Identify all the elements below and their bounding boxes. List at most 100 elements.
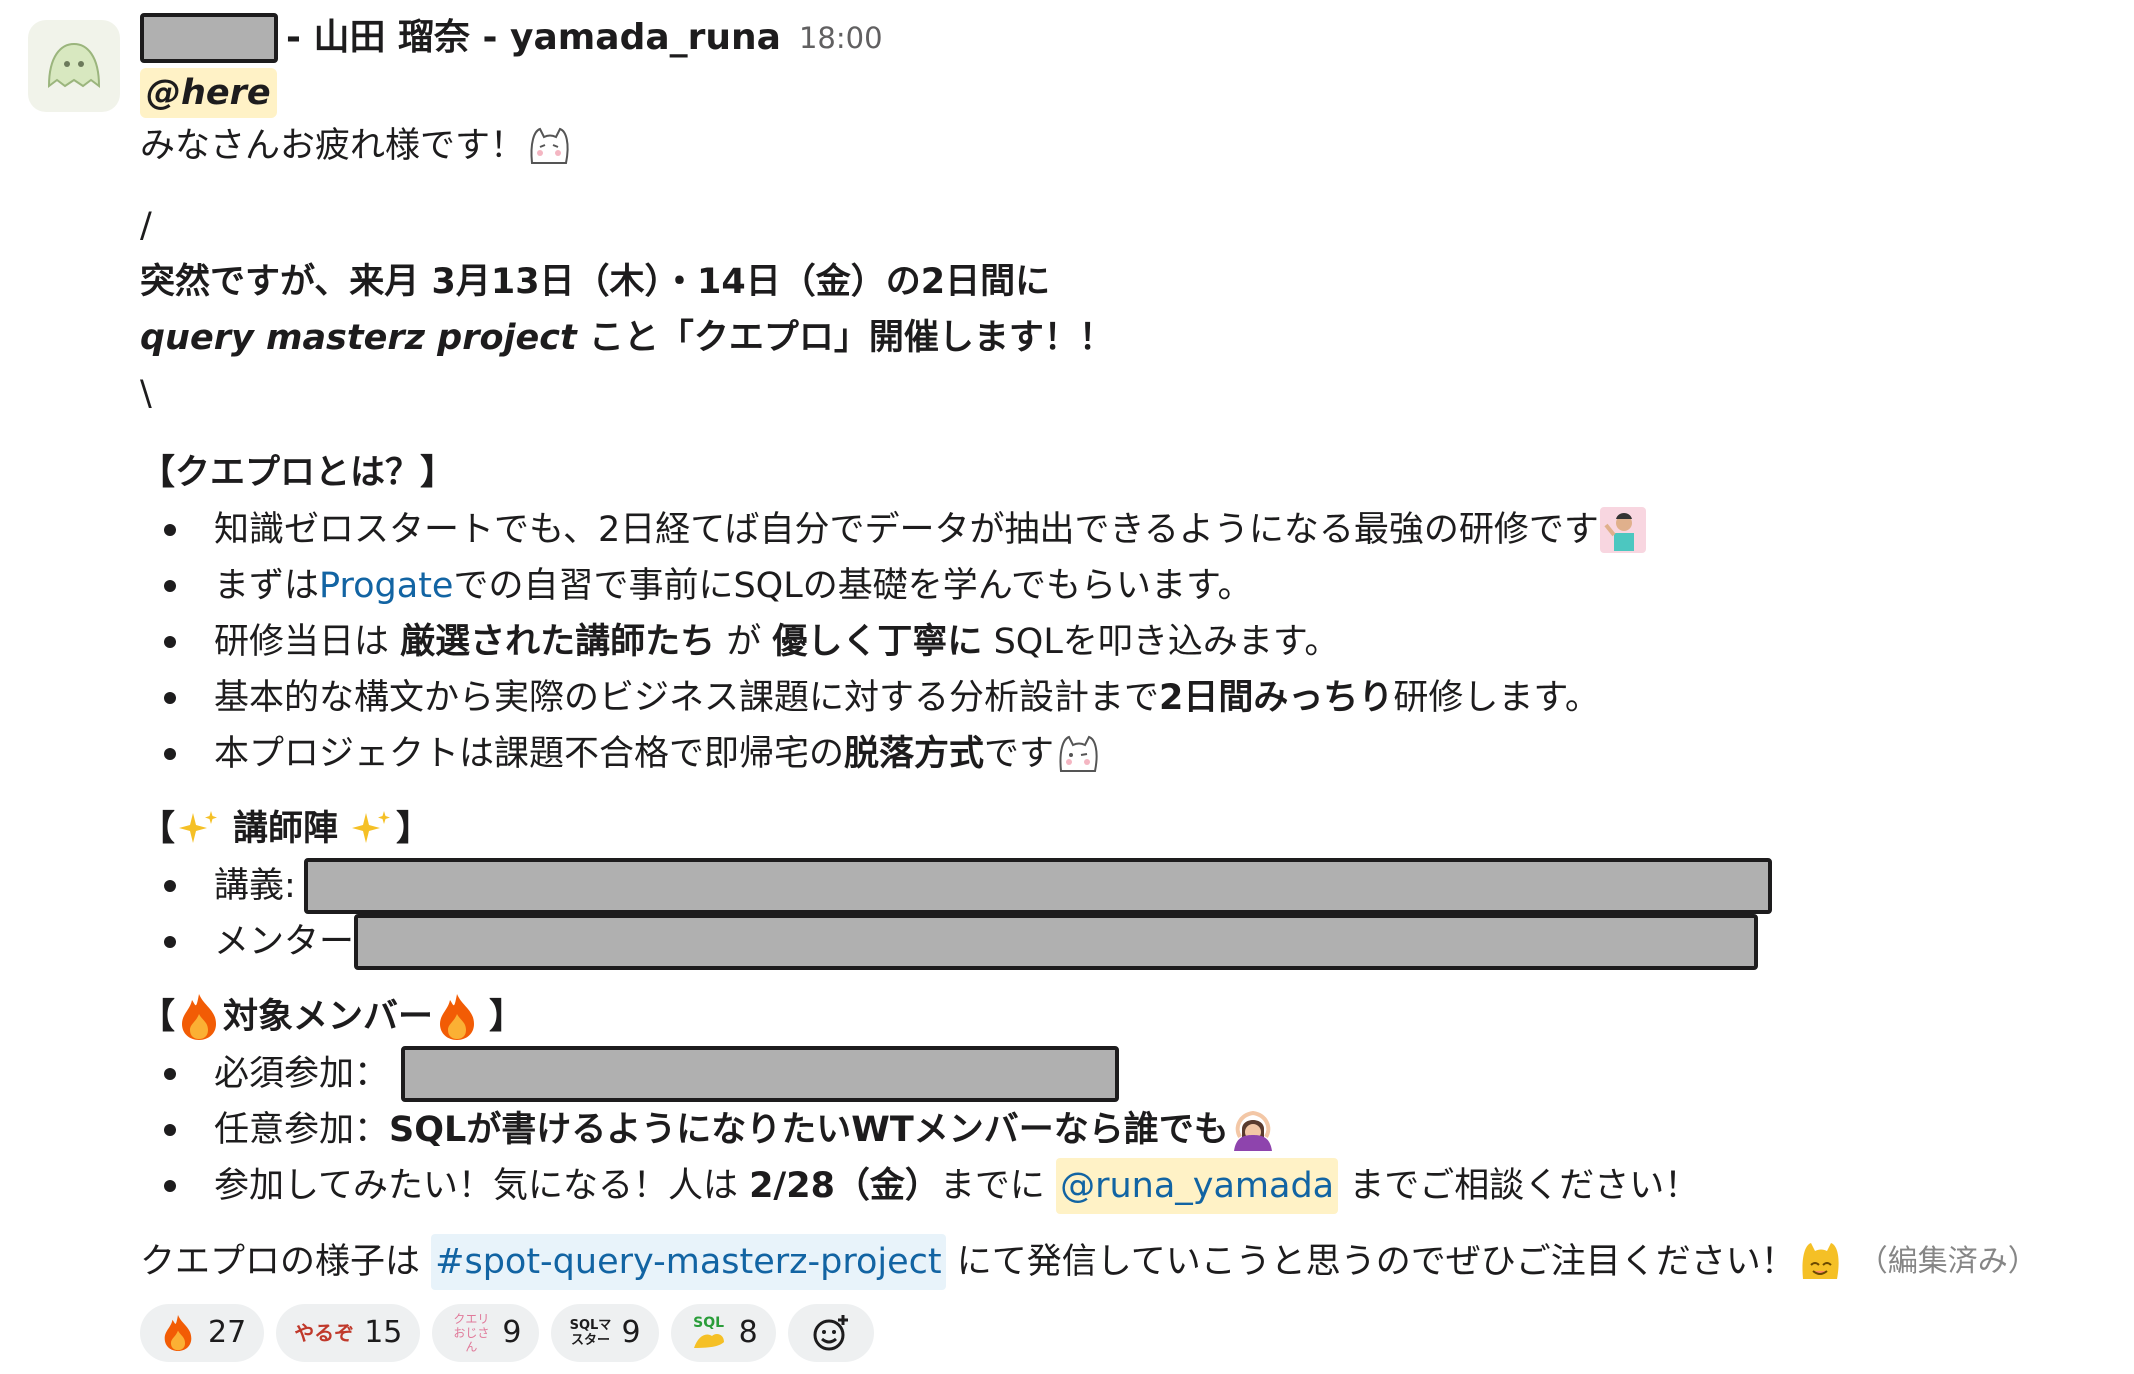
bracket-close: 】 — [396, 809, 432, 849]
sparkles-icon — [175, 805, 223, 853]
optional-label: 任意参加： — [214, 1110, 390, 1150]
reaction-fire[interactable]: 27 — [140, 1304, 265, 1362]
edited-label: （編集済み） — [1857, 1244, 2038, 1279]
bullet-dot — [164, 636, 176, 648]
bracket-open: 【 — [140, 997, 176, 1037]
about-item-1: 知識ゼロスタートでも、2日経てば自分でデータが抽出できるようになる最強の研修です — [214, 510, 1599, 550]
sql-muscle-icon: SQL — [689, 1313, 729, 1353]
section-about: 【クエプロとは？】 — [140, 453, 456, 493]
required-label: 必須参加： — [214, 1054, 390, 1094]
about-item-5b: 脱落方式 — [844, 734, 985, 774]
ghost-icon — [47, 42, 101, 89]
about-item-4b: 2日間みっちり — [1159, 678, 1394, 718]
channel-link[interactable]: #spot-query-masterz-project — [431, 1234, 946, 1290]
bullet-dot — [164, 524, 176, 536]
project-line: query masterz project こと「クエプロ」開催します！！ — [140, 310, 2120, 366]
greeting-line: みなさんお疲れ様です！ — [140, 118, 2120, 174]
list-item: 任意参加： SQLが書けるようになりたいWTメンバーなら誰でも — [140, 1102, 2120, 1158]
bullet-dot — [164, 1180, 176, 1192]
bullet-dot — [164, 748, 176, 760]
reaction-count: 8 — [738, 1315, 758, 1350]
contact-text-a: 参加してみたい！気になる！人は — [214, 1166, 750, 1206]
about-item-3d: 優しく丁寧に — [772, 622, 983, 662]
contact-text-d: までご相談ください！ — [1338, 1166, 1700, 1206]
reaction-count: 9 — [502, 1315, 522, 1350]
progate-link[interactable]: Progate — [319, 558, 453, 614]
lecture-label: 講義: — [214, 866, 296, 906]
list-item: 参加してみたい！気になる！人は 2/28（金） までに @runa_yamada… — [140, 1158, 2120, 1214]
redacted-mentors — [354, 914, 1759, 970]
message-body: - 山田 瑠奈 - yamada_runa 18:00 @here みなさんお疲… — [140, 13, 2120, 1362]
announce-bold: 突然ですが、来月 3月13日（木）・14日（金）の2日間に — [140, 262, 1051, 302]
reaction-count: 15 — [364, 1315, 403, 1350]
contact-deadline: 2/28（金） — [749, 1166, 940, 1206]
yaruzo-icon: やるぞ — [294, 1313, 354, 1353]
reaction-sql-master[interactable]: SQLマスター 9 — [551, 1304, 659, 1362]
list-item: まずは Progate での自習で事前にSQLの基礎を学んでもらいます。 — [140, 558, 2120, 614]
reaction-sql-muscle[interactable]: SQL 8 — [670, 1304, 776, 1362]
greeting-text: みなさんお疲れ様です！ — [140, 126, 526, 166]
reactions-bar: 27 やるぞ 15 クエリおじさん 9 SQLマスター 9 SQL 8 — [140, 1304, 2120, 1362]
list-item: 研修当日は 厳選された講師たち が 優しく丁寧に SQLを叩き込みます。 — [140, 614, 2120, 670]
footer-text-a: クエプロの様子は — [140, 1242, 432, 1282]
fire-icon — [158, 1313, 198, 1353]
bullet-dot — [164, 936, 176, 948]
bullet-dot — [164, 880, 176, 892]
about-item-2b: での自習で事前にSQLの基礎を学んでもらいます。 — [453, 566, 1253, 606]
project-rest: こと「クエプロ」開催します！！ — [576, 318, 1114, 358]
reaction-label: SQL — [693, 1315, 725, 1331]
project-name: query masterz project — [140, 318, 577, 358]
section-target-title: 対象メンバー — [223, 997, 434, 1037]
reaction-count: 27 — [208, 1315, 247, 1350]
reaction-count: 9 — [621, 1315, 641, 1350]
contact-text-c: までに — [939, 1166, 1057, 1206]
sparkles-icon — [348, 805, 396, 853]
bullet-dot — [164, 1124, 176, 1136]
bracket-close: 】 — [489, 997, 525, 1037]
fire-icon — [433, 993, 481, 1041]
reaction-yaruzo[interactable]: やるぞ 15 — [276, 1304, 421, 1362]
optional-text: SQLが書けるようになりたいWTメンバーなら誰でも — [389, 1110, 1229, 1150]
list-item: 基本的な構文から実際のビジネス課題に対する分析設計まで 2日間みっちり 研修しま… — [140, 670, 2120, 726]
sql-master-icon: SQLマスター — [569, 1313, 612, 1353]
about-item-5a: 本プロジェクトは課題不合格で即帰宅の — [214, 734, 845, 774]
cat-blush-emoji-icon — [525, 122, 573, 170]
about-item-4a: 基本的な構文から実際のビジネス課題に対する分析設計まで — [214, 678, 1160, 718]
about-item-3e: SQLを叩き込みます。 — [982, 622, 1340, 662]
section-teachers-title: 講師陣 — [233, 809, 339, 849]
about-item-3b: 厳選された講師たち — [400, 622, 716, 662]
reaction-label: SQLマスター — [569, 1318, 612, 1348]
message-header: - 山田 瑠奈 - yamada_runa 18:00 — [140, 13, 2120, 63]
list-item: メンター — [140, 914, 2120, 970]
about-item-4c: 研修します。 — [1393, 678, 1600, 718]
bullet-dot — [164, 692, 176, 704]
redacted-lecturers — [303, 858, 1772, 914]
list-item: 本プロジェクトは課題不合格で即帰宅の 脱落方式 です — [140, 726, 2120, 782]
about-item-3a: 研修当日は — [214, 622, 401, 662]
cat-wink-emoji-icon — [1054, 730, 1102, 778]
user-mention[interactable]: @runa_yamada — [1056, 1158, 1339, 1214]
bullet-dot — [164, 580, 176, 592]
avatar[interactable] — [28, 20, 120, 112]
slash-open: / — [140, 206, 152, 246]
mentor-label: メンター — [214, 922, 355, 962]
person-cheer-emoji-icon — [1599, 506, 1647, 554]
reaction-query-ojisan[interactable]: クエリおじさん 9 — [432, 1304, 540, 1362]
add-emoji-icon — [811, 1313, 851, 1353]
bullet-dot — [164, 1068, 176, 1080]
footer-line: クエプロの様子は #spot-query-masterz-project にて発… — [140, 1234, 2120, 1290]
slash-close: \ — [140, 374, 152, 414]
list-item: 必須参加： — [140, 1046, 2120, 1102]
redacted-required — [401, 1046, 1120, 1102]
list-item: 知識ゼロスタートでも、2日経てば自分でデータが抽出できるようになる最強の研修です — [140, 502, 2120, 558]
timestamp[interactable]: 18:00 — [799, 10, 883, 66]
add-reaction-button[interactable] — [787, 1304, 874, 1362]
redacted-name — [140, 13, 278, 63]
here-mention[interactable]: @here — [140, 68, 277, 118]
fire-icon — [175, 993, 223, 1041]
author-name[interactable]: - 山田 瑠奈 - yamada_runa — [286, 10, 781, 66]
bracket-open: 【 — [140, 809, 176, 849]
slack-message: - 山田 瑠奈 - yamada_runa 18:00 @here みなさんお疲… — [0, 0, 2134, 1374]
query-ojisan-icon: クエリおじさん — [450, 1312, 492, 1354]
footer-text-b: にて発信していこうと思うのでぜひご注目ください！ — [945, 1242, 1796, 1282]
